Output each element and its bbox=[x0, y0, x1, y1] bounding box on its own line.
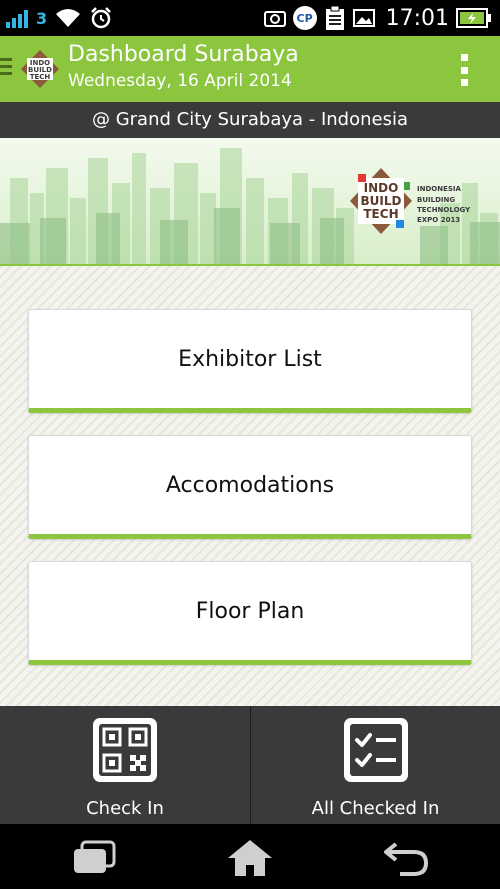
expo-logo: INDO BUILD TECH bbox=[350, 168, 412, 234]
clipboard-icon bbox=[325, 5, 344, 30]
check-in-label: Check In bbox=[86, 798, 164, 819]
home-icon bbox=[228, 840, 272, 876]
all-checked-in-label: All Checked In bbox=[311, 798, 440, 819]
main-content: Exhibitor List Accomodations Floor Plan bbox=[0, 266, 500, 706]
back-icon bbox=[384, 842, 429, 876]
screenshot-icon bbox=[263, 11, 286, 27]
checklist-icon bbox=[343, 718, 408, 782]
home-button[interactable] bbox=[220, 836, 280, 880]
drawer-indicator-icon[interactable] bbox=[0, 58, 12, 79]
floor-plan-button[interactable]: Floor Plan bbox=[28, 561, 472, 665]
accommodations-button[interactable]: Accomodations bbox=[28, 435, 472, 539]
city-skyline-image: INDO BUILD TECH INDONESIA BUILDING TECHN… bbox=[0, 148, 500, 264]
svg-text:TECHNOLOGY: TECHNOLOGY bbox=[417, 206, 471, 214]
status-bar: 3 CP 17:01 bbox=[0, 0, 500, 36]
alarm-icon bbox=[91, 7, 112, 29]
cp-notification-icon: CP bbox=[292, 6, 317, 30]
svg-text:EXPO 2013: EXPO 2013 bbox=[417, 216, 460, 224]
all-checked-in-tab[interactable]: All Checked In bbox=[250, 706, 500, 824]
check-in-tab[interactable]: Check In bbox=[0, 706, 250, 824]
bottom-tab-bar: Check In All Checked In bbox=[0, 706, 500, 824]
wifi-icon bbox=[56, 9, 81, 27]
event-banner: INDO BUILD TECH INDONESIA BUILDING TECHN… bbox=[0, 138, 500, 266]
location-label: @ Grand City Surabaya - Indonesia bbox=[0, 102, 500, 138]
overflow-menu-button[interactable] bbox=[452, 50, 476, 90]
clock: 17:01 bbox=[385, 5, 449, 31]
svg-text:BUILD: BUILD bbox=[361, 194, 402, 208]
svg-text:TECH: TECH bbox=[363, 207, 398, 221]
image-icon bbox=[352, 9, 375, 27]
back-button[interactable] bbox=[376, 836, 436, 880]
svg-text:INDONESIA: INDONESIA bbox=[417, 185, 462, 193]
battery-icon bbox=[456, 8, 491, 28]
qr-code-icon bbox=[93, 718, 157, 782]
svg-text:TECH: TECH bbox=[30, 73, 51, 81]
svg-text:INDO: INDO bbox=[364, 181, 399, 195]
exhibitor-list-button[interactable]: Exhibitor List bbox=[28, 309, 472, 413]
network-type: 3 bbox=[36, 8, 48, 28]
recent-apps-button[interactable] bbox=[64, 836, 124, 880]
indobuildtech-logo[interactable]: INDO BUILD TECH bbox=[20, 49, 60, 89]
action-bar: INDO BUILD TECH Dashboard Surabaya Wedne… bbox=[0, 36, 500, 102]
page-title: Dashboard Surabaya bbox=[68, 42, 299, 67]
page-subtitle-date: Wednesday, 16 April 2014 bbox=[68, 71, 292, 91]
signal-icon bbox=[6, 8, 28, 28]
system-nav-bar bbox=[0, 824, 500, 889]
svg-text:BUILDING: BUILDING bbox=[417, 196, 455, 204]
recent-apps-icon bbox=[74, 840, 116, 873]
